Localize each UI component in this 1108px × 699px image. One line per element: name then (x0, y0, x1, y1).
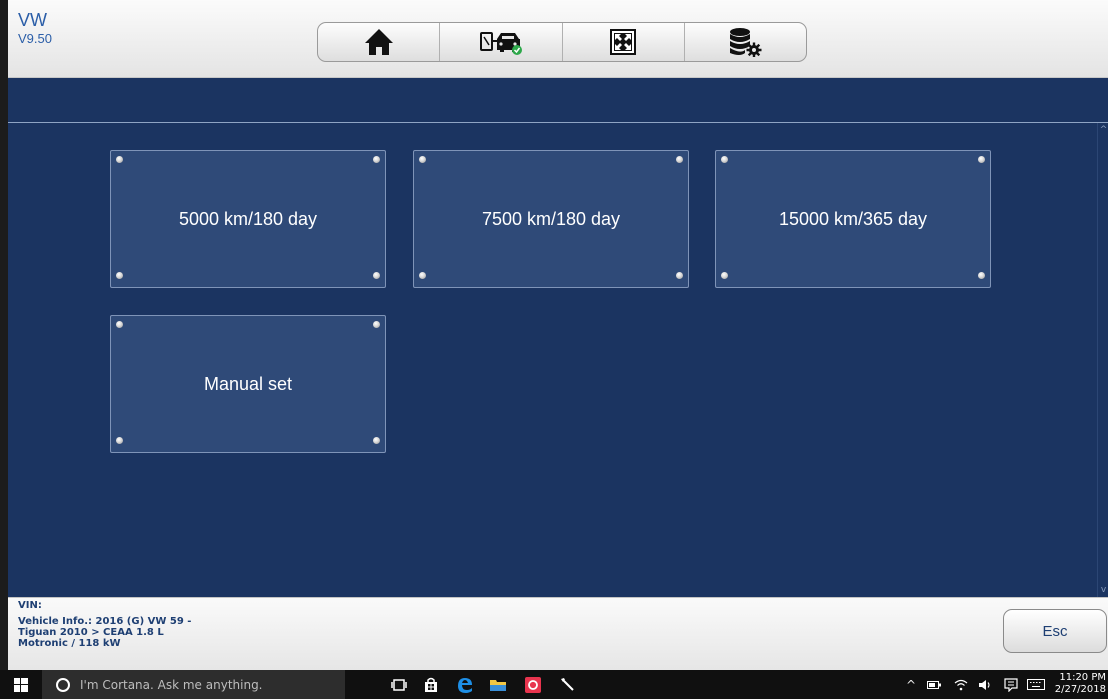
battery-tray-button[interactable] (924, 670, 944, 699)
battery-icon (927, 680, 941, 689)
tile-label: 5000 km/180 day (178, 208, 318, 229)
screw-decoration (116, 272, 123, 279)
vehicle-info-footer: VIN: Vehicle Info.: 2016 (G) VW 59 - Tig… (8, 597, 1108, 670)
start-button[interactable] (0, 670, 42, 699)
title-bar (8, 78, 1108, 123)
home-icon (364, 29, 393, 55)
store-app-button[interactable] (415, 670, 447, 699)
keyboard-icon (1027, 679, 1045, 690)
main-toolbar (317, 22, 807, 62)
file-explorer-button[interactable] (482, 670, 514, 699)
taskbar-clock[interactable]: 11:20 PM 2/27/2018 (1048, 672, 1106, 696)
data-settings-button[interactable] (685, 23, 806, 61)
cortana-placeholder: I'm Cortana. Ask me anything. (80, 677, 263, 692)
brand-name: VW (18, 10, 47, 30)
scroll-up-arrow-icon[interactable]: ^ (1099, 125, 1108, 135)
cortana-icon (56, 677, 70, 692)
speaker-icon (979, 679, 990, 690)
fullscreen-button[interactable] (563, 23, 685, 61)
folder-icon (490, 679, 506, 691)
clock-time: 11:20 PM (1059, 672, 1106, 683)
screw-decoration (116, 437, 123, 444)
screw-decoration (419, 272, 426, 279)
scroll-down-arrow-icon[interactable]: v (1099, 585, 1108, 595)
clock-date: 2/27/2018 (1054, 684, 1106, 695)
network-tray-button[interactable] (951, 670, 971, 699)
screw-decoration (373, 272, 380, 279)
screw-decoration (116, 321, 123, 328)
screw-decoration (373, 321, 380, 328)
software-version: V9.50 (18, 31, 52, 46)
screw-decoration (978, 272, 985, 279)
screw-decoration (676, 156, 683, 163)
screw-decoration (978, 156, 985, 163)
tile-7500km-180day[interactable]: 7500 km/180 day (413, 150, 689, 288)
touch-keyboard-button[interactable] (1025, 670, 1047, 699)
wifi-icon (954, 679, 968, 690)
task-view-icon (391, 678, 407, 691)
show-hidden-icons-button[interactable]: ^ (902, 670, 920, 699)
screw-decoration (419, 156, 426, 163)
tile-label: 7500 km/180 day (481, 208, 621, 229)
windows-logo-icon (14, 677, 28, 692)
task-view-button[interactable] (383, 670, 415, 699)
brand-block: VW V9.50 (18, 10, 52, 48)
edge-browser-button[interactable] (449, 670, 481, 699)
notification-icon (1004, 677, 1018, 692)
tile-label: Manual set (203, 373, 293, 394)
esc-button[interactable]: Esc (1003, 609, 1107, 653)
vertical-scrollbar[interactable]: ^ v (1097, 123, 1108, 597)
window-left-border (0, 0, 8, 670)
screw-decoration (373, 437, 380, 444)
screw-decoration (721, 156, 728, 163)
vehicle-connection-button[interactable] (440, 23, 563, 61)
chevron-up-icon: ^ (905, 677, 917, 692)
store-bag-icon (425, 677, 437, 692)
fullscreen-icon (610, 29, 637, 55)
vehicle-info-text: Vehicle Info.: 2016 (G) VW 59 - Tiguan 2… (18, 616, 192, 649)
app-header: VW V9.50 (8, 0, 1108, 78)
wrench-icon (561, 677, 574, 691)
home-button[interactable] (318, 23, 441, 61)
diagnostic-tool-button[interactable] (551, 670, 583, 699)
pdf-reader-button[interactable] (517, 670, 549, 699)
database-settings-icon (730, 28, 762, 57)
cortana-search-box[interactable]: I'm Cortana. Ask me anything. (42, 670, 345, 699)
pdf-reader-icon (525, 676, 541, 693)
vin-label: VIN: (18, 600, 42, 611)
windows-taskbar: I'm Cortana. Ask me anything. ^ 11:20 PM… (0, 670, 1108, 699)
screw-decoration (373, 156, 380, 163)
tile-manual-set[interactable]: Manual set (110, 315, 386, 453)
screw-decoration (721, 272, 728, 279)
function-grid: 5000 km/180 day 7500 km/180 day 15000 km… (8, 123, 1097, 597)
screw-decoration (116, 156, 123, 163)
tile-label: 15000 km/365 day (778, 208, 928, 229)
vehicle-connection-icon (479, 32, 522, 55)
volume-tray-button[interactable] (975, 670, 995, 699)
tile-5000km-180day[interactable]: 5000 km/180 day (110, 150, 386, 288)
screw-decoration (676, 272, 683, 279)
action-center-button[interactable] (1001, 670, 1021, 699)
edge-browser-icon (458, 677, 472, 693)
tile-15000km-365day[interactable]: 15000 km/365 day (715, 150, 991, 288)
